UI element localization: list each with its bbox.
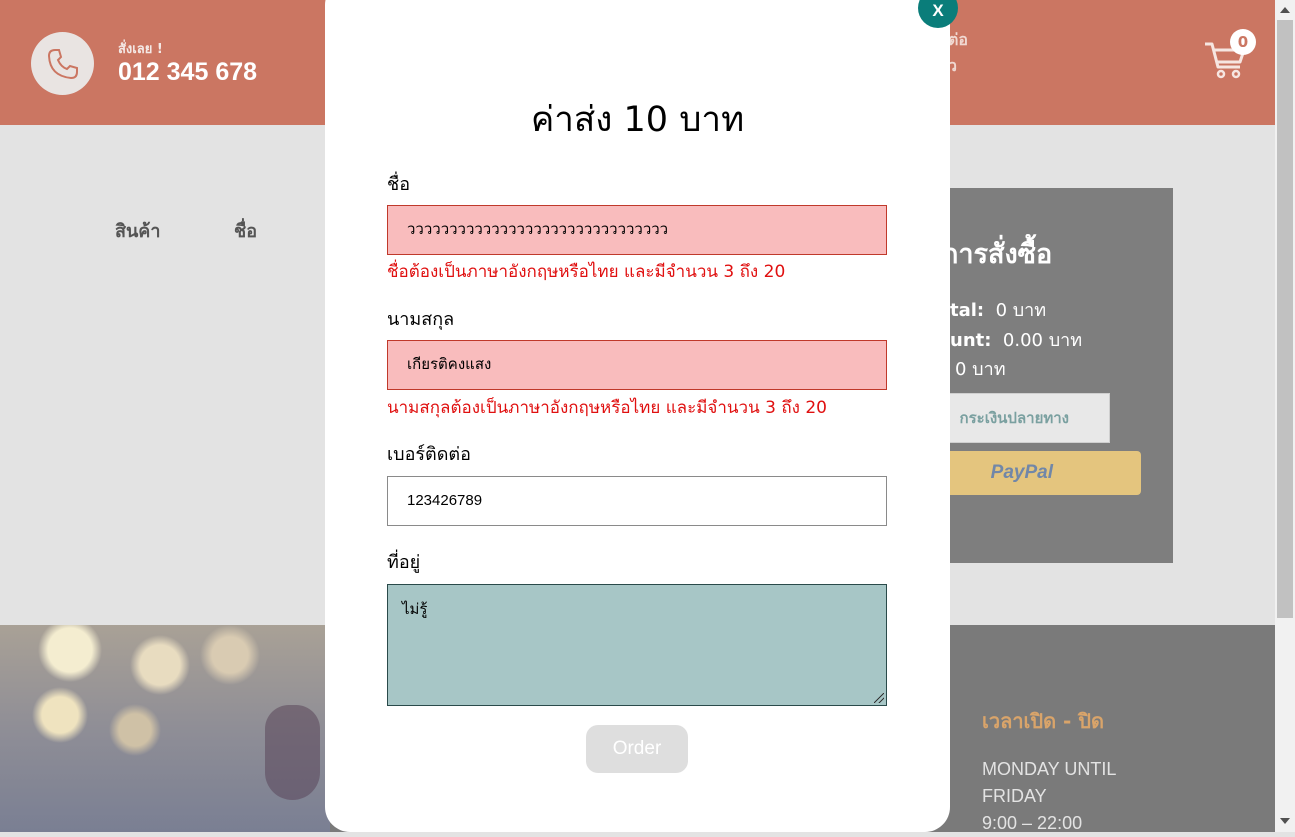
order-now-label: สั่งเลย ! <box>118 42 163 57</box>
opening-hours-text: MONDAY UNTIL FRIDAY 9:00 – 22:00 <box>982 756 1116 837</box>
scroll-down-arrow-icon[interactable] <box>1280 818 1290 824</box>
paypal-button[interactable]: PayPal <box>920 451 1141 495</box>
contact-link-line2: ว <box>948 56 957 75</box>
first-name-label: ชื่อ <box>387 174 411 195</box>
last-name-label: นามสกุล <box>387 309 455 330</box>
discount-value: 0.00 บาท <box>1002 330 1083 351</box>
address-value: ไม่รู้ <box>402 600 428 618</box>
contact-link[interactable]: ต่อ ว <box>948 27 968 79</box>
resize-handle-icon[interactable] <box>874 693 884 703</box>
opening-hours-title: เวลาเปิด - ปิด <box>982 709 1104 733</box>
title-amount: 10 <box>623 100 669 140</box>
phone-number: 012 345 678 <box>118 58 258 86</box>
discount-label: unt: <box>950 330 992 351</box>
modal-title: ค่าส่ง 10 บาท <box>325 92 950 147</box>
hours-line-1: MONDAY UNTIL <box>982 759 1117 779</box>
title-prefix: ค่าส่ง <box>530 100 613 140</box>
column-header-product: สินค้า <box>115 221 161 242</box>
address-label: ที่อยู่ <box>387 552 421 573</box>
column-header-name: ชื่อ <box>234 221 258 242</box>
phone-icon-circle <box>31 32 94 95</box>
subtotal-value: 0 บาท <box>995 300 1047 321</box>
last-name-error: นามสกุลต้องเป็นภาษาอังกฤษหรือไทย และมีจำ… <box>387 398 827 418</box>
last-name-input[interactable]: เกียรติคงแสง <box>387 340 887 390</box>
wine-glass-image <box>265 705 320 800</box>
scroll-thumb[interactable] <box>1277 20 1293 618</box>
subtotal-label: tal: <box>950 300 985 321</box>
order-button[interactable]: Order <box>586 725 688 773</box>
total-row: 0 บาท <box>955 354 1006 383</box>
scroll-up-arrow-icon[interactable] <box>1280 7 1290 13</box>
contact-link-line1: ต่อ <box>948 30 968 49</box>
phone-label: เบอร์ติดต่อ <box>387 444 471 465</box>
hours-line-3: 9:00 – 22:00 <box>982 813 1083 833</box>
address-textarea[interactable]: ไม่รู้ <box>387 584 887 706</box>
footer-photo <box>0 625 330 832</box>
title-suffix: บาท <box>679 100 745 140</box>
order-summary-panel: การสั่งซื้อ tal: 0 บาท unt: 0.00 บาท 0 บ… <box>920 188 1173 563</box>
subtotal-row: tal: 0 บาท <box>950 295 1046 324</box>
order-summary-title: การสั่งซื้อ <box>942 239 1053 270</box>
page-scrollbar[interactable] <box>1275 0 1295 832</box>
total-value: 0 บาท <box>955 359 1006 380</box>
hours-line-2: FRIDAY <box>982 786 1047 806</box>
discount-row: unt: 0.00 บาท <box>950 325 1082 354</box>
cart-count-badge: 0 <box>1230 29 1256 55</box>
phone-input[interactable]: 123426789 <box>387 476 887 526</box>
first-name-input[interactable]: ววววววววววววววววววววววววววววววว <box>387 205 887 255</box>
first-name-error: ชื่อต้องเป็นภาษาอังกฤษหรือไทย และมีจำนวน… <box>387 262 786 282</box>
phone-icon <box>47 49 78 80</box>
